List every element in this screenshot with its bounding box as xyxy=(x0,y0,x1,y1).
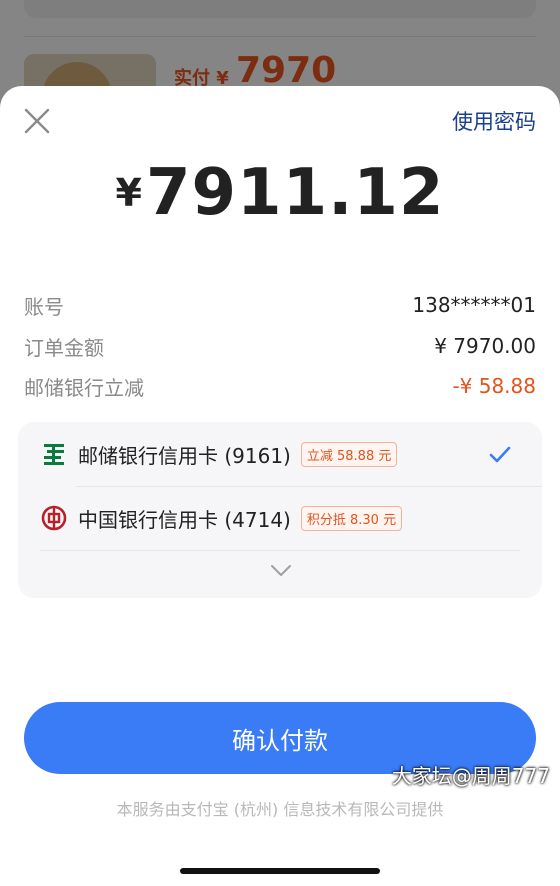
divider xyxy=(40,550,520,551)
boc-logo-icon xyxy=(40,504,68,532)
close-button[interactable] xyxy=(22,106,52,136)
payment-method-list: 邮储银行信用卡 (9161) 立减 58.88 元 中国银行信用卡 (4714)… xyxy=(18,422,542,598)
currency-symbol: ¥ xyxy=(115,171,142,215)
service-provider-text: 本服务由支付宝 (杭州) 信息技术有限公司提供 xyxy=(116,800,444,819)
info-value: 138******01 xyxy=(412,293,536,317)
info-key: 邮储银行立减 xyxy=(24,375,144,400)
info-key: 账号 xyxy=(24,294,64,319)
points-badge: 积分抵 8.30 元 xyxy=(300,505,403,531)
chevron-down-icon[interactable] xyxy=(270,564,292,578)
info-value: ¥ 7970.00 xyxy=(434,334,536,358)
psbc-logo-icon xyxy=(40,440,68,468)
home-indicator[interactable] xyxy=(180,868,380,874)
info-row-account: 账号 138******01 xyxy=(24,290,536,320)
watermark: 大家坛@周周777 xyxy=(391,764,550,788)
info-value: -¥ 58.88 xyxy=(452,374,536,398)
close-icon xyxy=(24,108,50,134)
card-name: 中国银行信用卡 (4714) xyxy=(78,507,291,532)
discount-badge: 立减 58.88 元 xyxy=(300,441,398,467)
payment-method-psbc[interactable]: 邮储银行信用卡 (9161) 立减 58.88 元 xyxy=(18,422,542,486)
info-row-bank-discount: 邮储银行立减 -¥ 58.88 xyxy=(24,371,536,401)
info-key: 订单金额 xyxy=(24,335,104,360)
checkmark-icon xyxy=(489,446,511,463)
amount-value: 7911.12 xyxy=(145,156,445,230)
info-row-order-amount: 订单金额 ¥ 7970.00 xyxy=(24,331,536,361)
use-password-link[interactable]: 使用密码 xyxy=(452,106,536,136)
payment-amount: ¥7911.12 xyxy=(0,156,560,230)
screen: 实付 ¥ 7970 使用密码 ¥7911.12 账号 138******01 订… xyxy=(0,0,560,886)
payment-method-boc[interactable]: 中国银行信用卡 (4714) 积分抵 8.30 元 xyxy=(18,486,542,550)
card-name: 邮储银行信用卡 (9161) xyxy=(78,443,291,468)
